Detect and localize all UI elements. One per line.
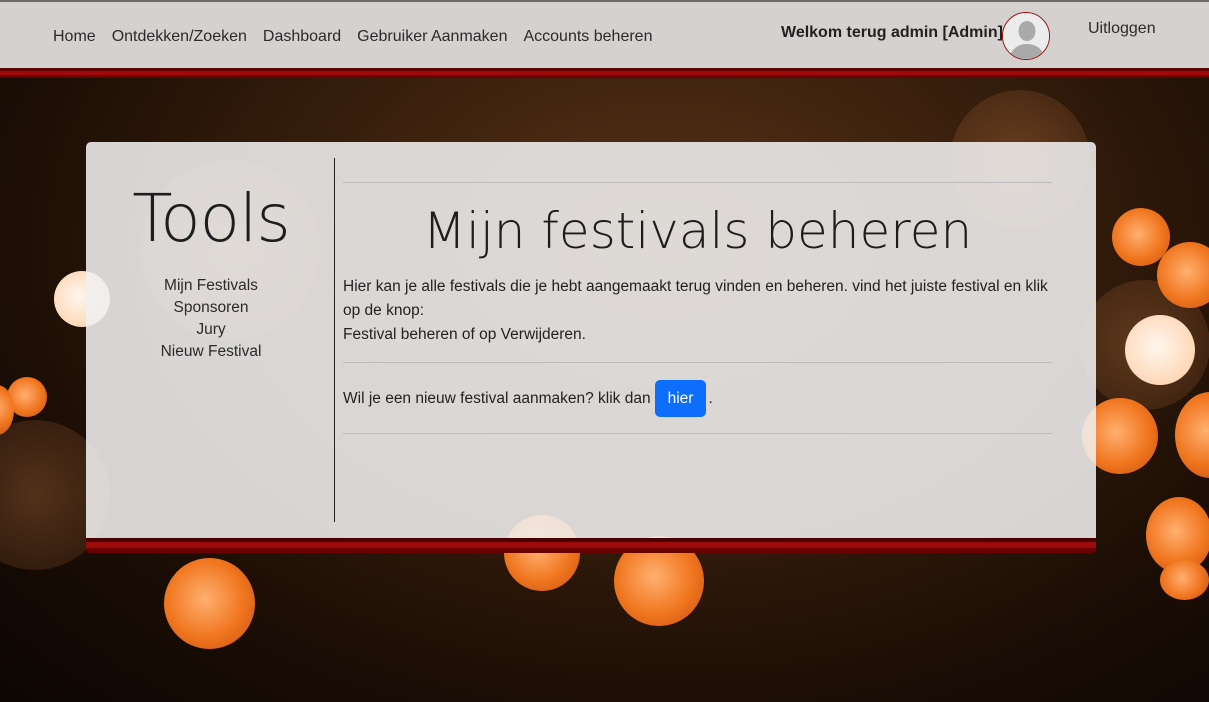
welcome-text: Welkom terug admin [Admin] — [781, 24, 1003, 41]
user-silhouette-icon — [1003, 13, 1049, 59]
navbar-accent-stripe — [0, 68, 1209, 78]
tools-sidebar: Tools Mijn Festivals Sponsoren Jury Nieu… — [86, 142, 336, 538]
nav-links: Home Ontdekken/Zoeken Dashboard Gebruike… — [53, 28, 668, 46]
logout-link[interactable]: Uitloggen — [1088, 20, 1156, 38]
nav-link-dashboard[interactable]: Dashboard — [263, 28, 341, 46]
sidebar-item-mijn-festivals[interactable]: Mijn Festivals — [86, 275, 336, 297]
new-festival-prompt: Wil je een nieuw festival aanmaken? klik… — [343, 380, 713, 417]
page-title: Mijn festivals beheren — [422, 202, 973, 260]
divider-top — [343, 182, 1052, 183]
page-description: Hier kan je alle festivals die je hebt a… — [343, 275, 1052, 347]
new-festival-suffix: . — [708, 389, 713, 407]
nav-link-accounts-beheren[interactable]: Accounts beheren — [523, 28, 652, 46]
nav-link-gebruiker-aanmaken[interactable]: Gebruiker Aanmaken — [357, 28, 507, 46]
sidebar-links: Mijn Festivals Sponsoren Jury Nieuw Fest… — [86, 275, 336, 363]
top-navbar: Home Ontdekken/Zoeken Dashboard Gebruike… — [0, 0, 1209, 68]
avatar[interactable] — [1002, 12, 1050, 60]
sidebar-item-sponsoren[interactable]: Sponsoren — [86, 297, 336, 319]
panel-accent-stripe — [86, 538, 1096, 553]
new-festival-button[interactable]: hier — [654, 380, 707, 417]
divider-middle — [343, 362, 1052, 363]
divider-bottom — [343, 433, 1052, 434]
sidebar-item-jury[interactable]: Jury — [86, 319, 336, 341]
sidebar-title: Tools — [132, 180, 291, 257]
nav-link-ontdekken-zoeken[interactable]: Ontdekken/Zoeken — [112, 28, 247, 46]
new-festival-text: Wil je een nieuw festival aanmaken? klik… — [343, 389, 651, 407]
description-text: Hier kan je alle festivals die je hebt a… — [343, 278, 1048, 319]
description-text-line2: Festival beheren of op Verwijderen. — [343, 326, 586, 343]
sidebar-divider — [334, 158, 335, 522]
nav-link-home[interactable]: Home — [53, 28, 96, 46]
sidebar-item-nieuw-festival[interactable]: Nieuw Festival — [86, 341, 336, 363]
